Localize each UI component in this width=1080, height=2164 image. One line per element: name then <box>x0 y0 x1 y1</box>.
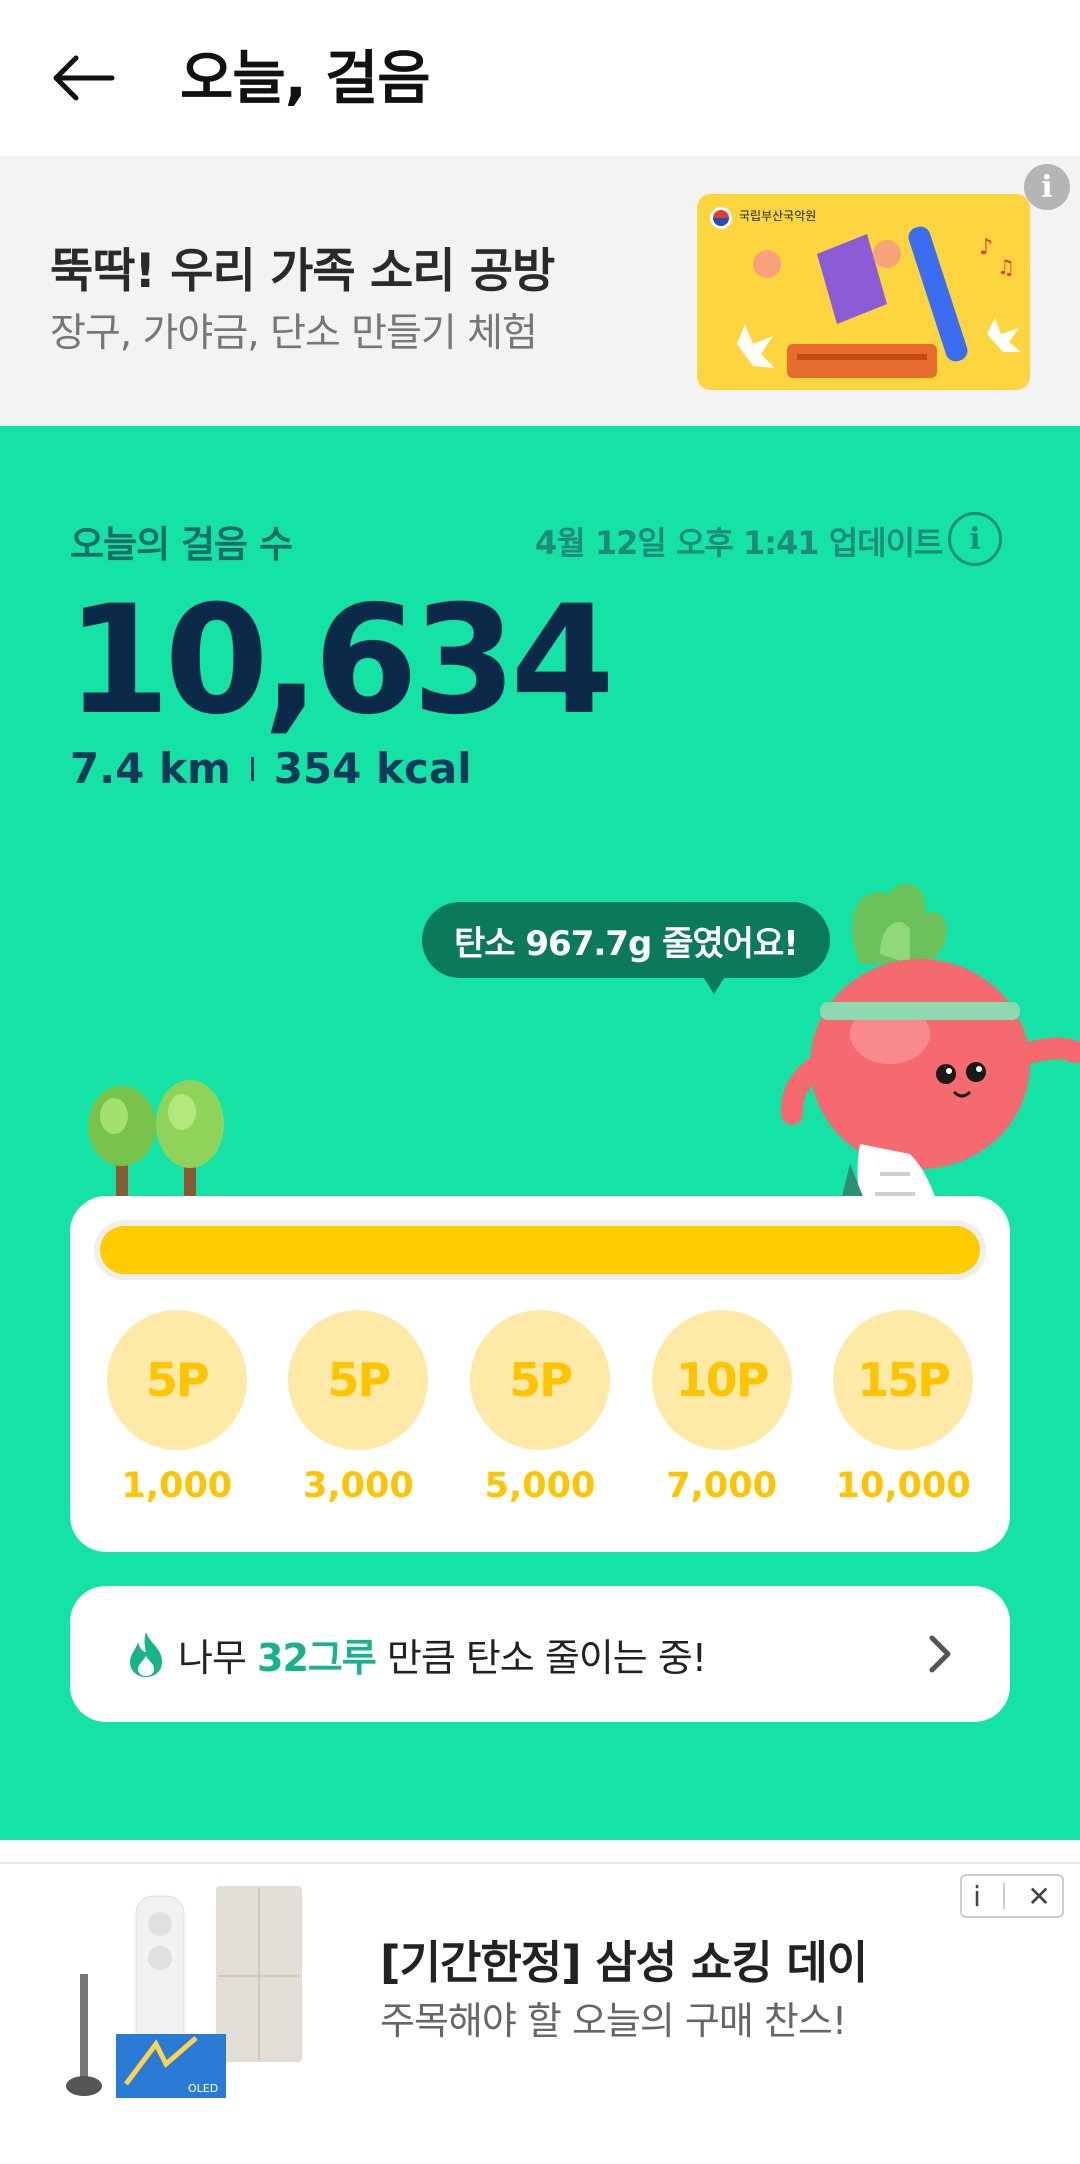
milestone[interactable]: 5P 5,000 <box>460 1310 620 1506</box>
trees-illustration <box>88 1080 224 1196</box>
carbon-bubble: 탄소 967.7g 줄였어요! <box>422 902 830 978</box>
carbon-suffix: 만큼 탄소 줄이는 중! <box>375 1635 707 1680</box>
banner-title: 뚝딱! 우리 가족 소리 공방 <box>50 244 555 299</box>
chevron-right-icon <box>929 1635 951 1673</box>
arrow-left-icon <box>53 55 115 101</box>
banner-image[interactable]: 국립부산국악원 ♪ ♫ <box>697 194 1030 390</box>
svg-text:♪: ♪ <box>979 235 993 260</box>
banner-org-text: 국립부산국악원 <box>739 209 816 223</box>
distance-value: 7.4 km <box>70 744 231 793</box>
milestone-steps: 7,000 <box>666 1466 777 1506</box>
step-count: 10,634 <box>66 574 615 748</box>
milestone[interactable]: 5P 3,000 <box>278 1310 438 1506</box>
milestones: 5P 1,000 5P 3,000 5P 5,000 10P 7,000 15P 10,000 <box>70 1310 1010 1506</box>
calories-value: 354 kcal <box>273 744 472 793</box>
milestone[interactable]: 10P 7,000 <box>642 1310 802 1506</box>
progress-track <box>94 1220 986 1280</box>
milestone-points: 5P <box>288 1310 429 1450</box>
milestone-points: 5P <box>469 1310 610 1450</box>
stats-divider <box>250 756 254 781</box>
ad-title: [기간한정] 삼성 쇼킹 데이 <box>380 1936 868 1989</box>
milestone-steps: 3,000 <box>303 1466 414 1506</box>
info-icon[interactable]: i <box>1024 164 1070 210</box>
progress-fill <box>100 1226 980 1274</box>
top-banner-ad[interactable]: 뚝딱! 우리 가족 소리 공방 장구, 가야금, 단소 만들기 체험 국립부산국… <box>0 156 1080 426</box>
ad-controls: i ✕ <box>960 1874 1064 1918</box>
milestone-steps: 5,000 <box>484 1466 596 1506</box>
milestone[interactable]: 5P 1,000 <box>97 1310 257 1506</box>
back-button[interactable] <box>48 42 120 114</box>
info-icon[interactable]: i <box>948 512 1002 566</box>
carbon-highlight: 32그루 <box>257 1635 377 1680</box>
milestone-steps: 1,000 <box>121 1466 233 1506</box>
ad-image-badge: OLED <box>188 2082 218 2095</box>
bubble-tail <box>700 972 728 994</box>
milestone-steps: 10,000 <box>835 1466 971 1506</box>
steps-panel: 오늘의 걸음 수 4월 12일 오후 1:41 업데이트 i 10,634 7.… <box>0 426 1080 1840</box>
steps-label: 오늘의 걸음 수 <box>70 523 293 566</box>
header: 오늘, 걸음 <box>0 0 1080 156</box>
ad-subtitle: 주목해야 할 오늘의 구매 찬스! <box>380 1999 847 2043</box>
page-title: 오늘, 걸음 <box>180 44 431 112</box>
carbon-card[interactable]: 나무 32그루 만큼 탄소 줄이는 중! <box>70 1586 1010 1722</box>
stats-row: 7.4 km 354 kcal <box>70 744 472 793</box>
ad-info-button[interactable]: i <box>973 1880 981 1913</box>
svg-text:♫: ♫ <box>997 255 1015 279</box>
milestone[interactable]: 15P 10,000 <box>823 1310 983 1506</box>
milestone-points: 5P <box>106 1310 247 1450</box>
carbon-text: 나무 32그루 만큼 탄소 줄이는 중! <box>178 1627 707 1682</box>
banner-subtitle: 장구, 가야금, 단소 만들기 체험 <box>50 311 538 356</box>
ad-close-button[interactable]: ✕ <box>1027 1880 1050 1913</box>
milestone-points: 15P <box>833 1310 974 1450</box>
ad-controls-divider <box>1003 1883 1006 1909</box>
progress-card: 5P 1,000 5P 3,000 5P 5,000 10P 7,000 15P 10,000 <box>70 1196 1010 1552</box>
update-timestamp: 4월 12일 오후 1:41 업데이트 <box>535 524 943 562</box>
milestone-points: 10P <box>651 1310 792 1450</box>
bottom-ad[interactable]: OLED [기간한정] 삼성 쇼킹 데이 주목해야 할 오늘의 구매 찬스! i… <box>0 1862 1080 2164</box>
carbon-prefix: 나무 <box>178 1635 257 1680</box>
ad-image: OLED <box>66 1886 302 2098</box>
flame-icon <box>130 1632 162 1677</box>
